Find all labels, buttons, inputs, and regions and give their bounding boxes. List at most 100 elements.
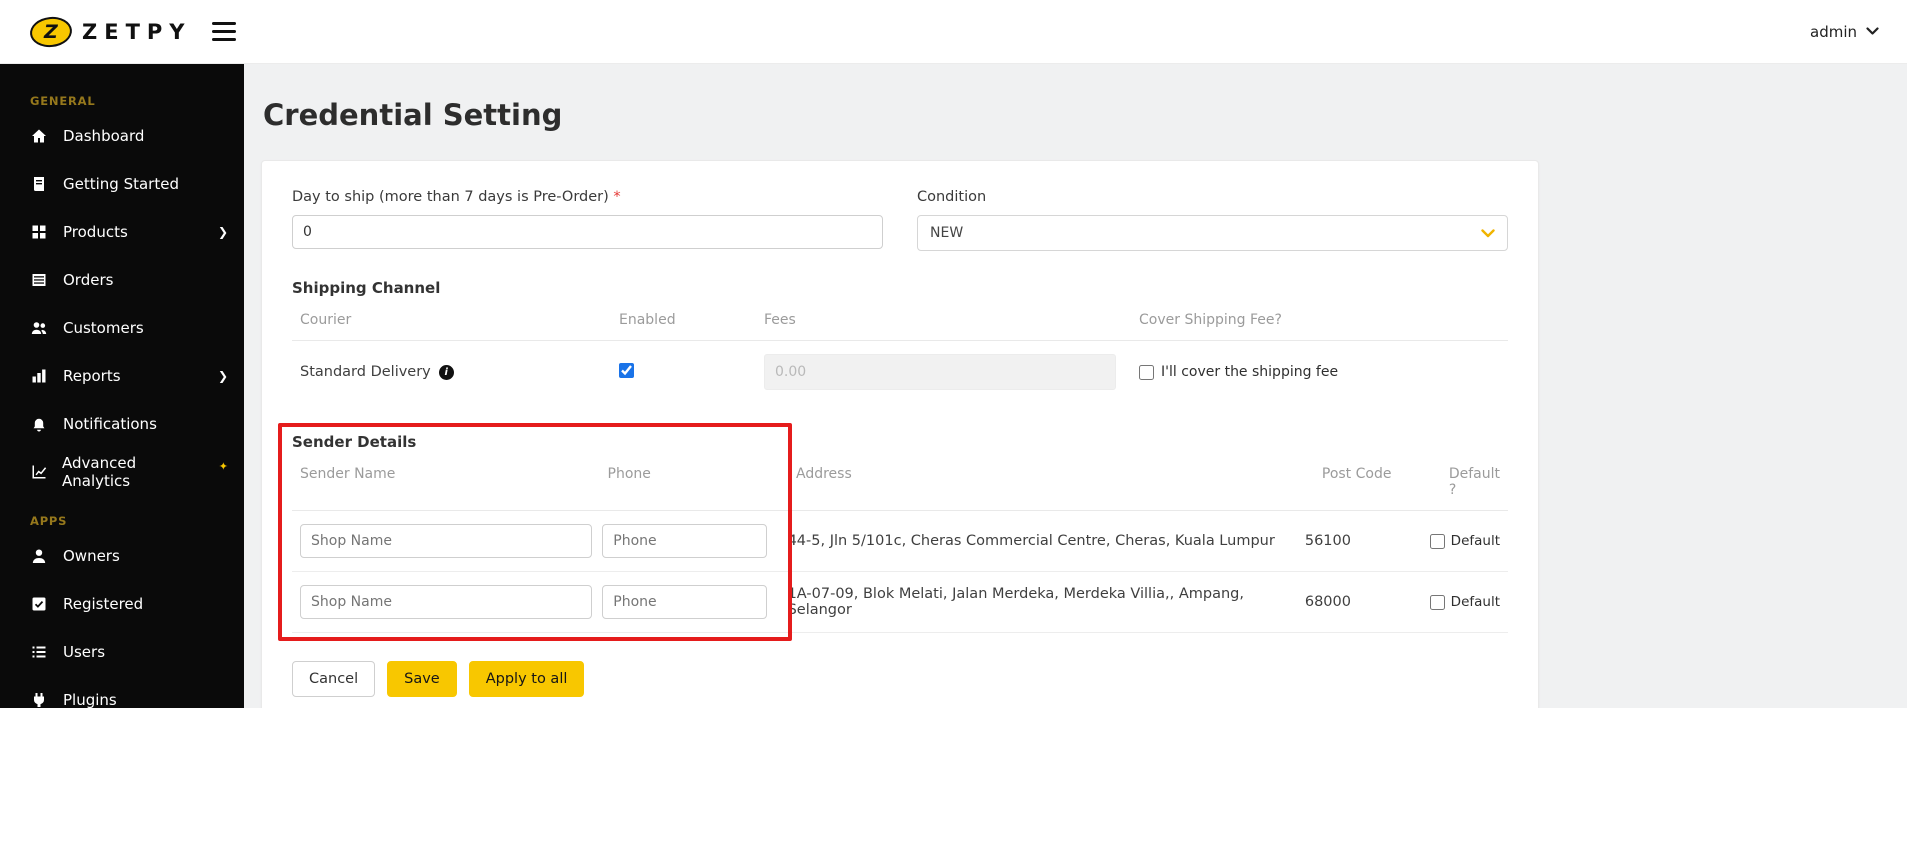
phone-input[interactable] xyxy=(602,585,768,619)
chevron-down-icon xyxy=(1866,27,1879,35)
sidebar-item-getting-started[interactable]: Getting Started xyxy=(0,160,244,208)
sidebar-item-products[interactable]: Products xyxy=(0,208,244,256)
default-checkbox[interactable] xyxy=(1429,595,1445,610)
default-label: Default xyxy=(1450,533,1500,549)
cancel-button[interactable]: Cancel xyxy=(292,661,376,697)
post-code-header: Post Code xyxy=(1321,466,1392,482)
getting-started-icon xyxy=(30,176,48,192)
reports-icon xyxy=(30,368,48,384)
sidebar-item-label: Reports xyxy=(63,367,121,385)
condition-label: Condition xyxy=(917,189,987,205)
sender-name-header: Sender Name xyxy=(300,466,396,482)
sidebar: GENERAL Dashboard Getting Started Produc… xyxy=(0,64,244,708)
shop-name-input[interactable] xyxy=(300,585,592,619)
sidebar-item-label: Plugins xyxy=(63,691,117,708)
chevron-down-icon xyxy=(1481,228,1495,237)
sidebar-item-label: Users xyxy=(63,643,106,661)
app-window: ZETPY admin GENERAL Dashboard Getting St… xyxy=(0,0,1907,708)
analytics-icon xyxy=(30,464,47,480)
sidebar-item-users[interactable]: Users xyxy=(0,628,244,676)
sidebar-item-owners[interactable]: Owners xyxy=(0,532,244,580)
sidebar-item-reports[interactable]: Reports xyxy=(0,352,244,400)
credential-setting-card: Day to ship (more than 7 days is Pre-Ord… xyxy=(261,160,1539,708)
zetpy-logo-icon xyxy=(28,14,74,49)
address-header: Address xyxy=(795,466,852,482)
shipping-table-header: Courier Enabled Fees Cover Shipping Fee? xyxy=(292,297,1508,341)
sidebar-item-orders[interactable]: Orders xyxy=(0,256,244,304)
products-icon xyxy=(30,224,48,240)
fees-input[interactable] xyxy=(764,354,1116,390)
enabled-checkbox[interactable] xyxy=(619,363,634,378)
page-title: Credential Setting xyxy=(263,98,563,132)
courier-header: Courier xyxy=(300,312,352,328)
sidebar-item-advanced-analytics[interactable]: Advanced Analytics xyxy=(0,448,244,496)
default-label: Default xyxy=(1450,594,1500,610)
info-icon[interactable] xyxy=(438,364,454,380)
sidebar-item-customers[interactable]: Customers xyxy=(0,304,244,352)
topbar: ZETPY admin xyxy=(0,0,1907,64)
sidebar-section-general: GENERAL xyxy=(30,94,96,108)
sidebar-item-label: Getting Started xyxy=(63,175,179,193)
home-icon xyxy=(30,128,48,144)
day-to-ship-label-text: Day to ship (more than 7 days is Pre-Ord… xyxy=(292,189,609,205)
sidebar-item-label: Customers xyxy=(63,319,144,337)
users-list-icon xyxy=(30,644,48,660)
registered-icon xyxy=(30,596,48,612)
phone-header: Phone xyxy=(607,466,651,482)
sidebar-item-label: Dashboard xyxy=(63,127,145,145)
post-code-value: 56100 xyxy=(1304,533,1351,549)
sidebar-section-apps: APPS xyxy=(30,514,68,528)
sidebar-item-label: Advanced Analytics xyxy=(62,454,137,490)
customers-icon xyxy=(30,320,48,336)
main-content: Credential Setting Day to ship (more tha… xyxy=(244,64,1907,708)
condition-selected-value: NEW xyxy=(930,225,964,241)
required-asterisk: * xyxy=(613,189,621,205)
plugins-icon xyxy=(30,692,48,708)
cover-shipping-fee-checkbox[interactable] xyxy=(1139,365,1154,380)
shop-name-input[interactable] xyxy=(300,524,592,558)
shipping-channel-title: Shipping Channel xyxy=(292,279,441,297)
save-button[interactable]: Save xyxy=(387,661,457,697)
address-value: 44-5, Jln 5/101c, Cheras Commercial Cent… xyxy=(787,533,1275,549)
default-checkbox[interactable] xyxy=(1429,534,1445,549)
sidebar-item-label: Notifications xyxy=(63,415,157,433)
form-actions: Cancel Save Apply to all xyxy=(292,661,1508,697)
chevron-right-icon xyxy=(218,225,228,239)
fees-header: Fees xyxy=(764,312,796,328)
enabled-header: Enabled xyxy=(619,312,676,328)
sidebar-item-plugins[interactable]: Plugins xyxy=(0,676,244,708)
cover-shipping-fee-label: I'll cover the shipping fee xyxy=(1161,364,1339,380)
chevron-right-icon xyxy=(218,369,228,383)
sender-details-section: Sender Details Sender Name Phone Address… xyxy=(278,423,1508,641)
courier-name: Standard Delivery xyxy=(300,364,431,380)
cover-shipping-fee-header: Cover Shipping Fee? xyxy=(1139,312,1282,328)
user-menu[interactable]: admin xyxy=(1810,23,1879,41)
sidebar-item-label: Owners xyxy=(63,547,120,565)
sidebar-item-label: Products xyxy=(63,223,128,241)
sidebar-item-label: Registered xyxy=(63,595,144,613)
sidebar-item-label: Orders xyxy=(63,271,114,289)
condition-select[interactable]: NEW xyxy=(917,215,1508,251)
post-code-value: 68000 xyxy=(1304,594,1351,610)
sender-row: 1A-07-09, Blok Melati, Jalan Merdeka, Me… xyxy=(292,572,1508,633)
orders-icon xyxy=(30,272,48,288)
brand-name: ZETPY xyxy=(82,19,192,44)
sender-table-header: Sender Name Phone Address Post Code Defa… xyxy=(292,451,1508,511)
shipping-row: Standard Delivery I'll cover the shippin… xyxy=(292,341,1508,403)
address-value: 1A-07-09, Blok Melati, Jalan Merdeka, Me… xyxy=(787,586,1244,618)
owner-icon xyxy=(30,548,48,564)
notifications-icon xyxy=(30,416,48,432)
sidebar-item-notifications[interactable]: Notifications xyxy=(0,400,244,448)
apply-to-all-button[interactable]: Apply to all xyxy=(468,661,585,697)
sender-details-title: Sender Details xyxy=(292,433,417,451)
day-to-ship-label: Day to ship (more than 7 days is Pre-Ord… xyxy=(292,189,883,205)
phone-input[interactable] xyxy=(602,524,768,558)
brand: ZETPY xyxy=(28,14,240,49)
day-to-ship-input[interactable] xyxy=(292,215,883,249)
user-name: admin xyxy=(1810,22,1857,41)
premium-star-icon xyxy=(219,460,228,473)
menu-toggle-button[interactable] xyxy=(208,18,240,45)
sender-row: 44-5, Jln 5/101c, Cheras Commercial Cent… xyxy=(292,511,1508,572)
sidebar-item-dashboard[interactable]: Dashboard xyxy=(0,112,244,160)
sidebar-item-registered[interactable]: Registered xyxy=(0,580,244,628)
